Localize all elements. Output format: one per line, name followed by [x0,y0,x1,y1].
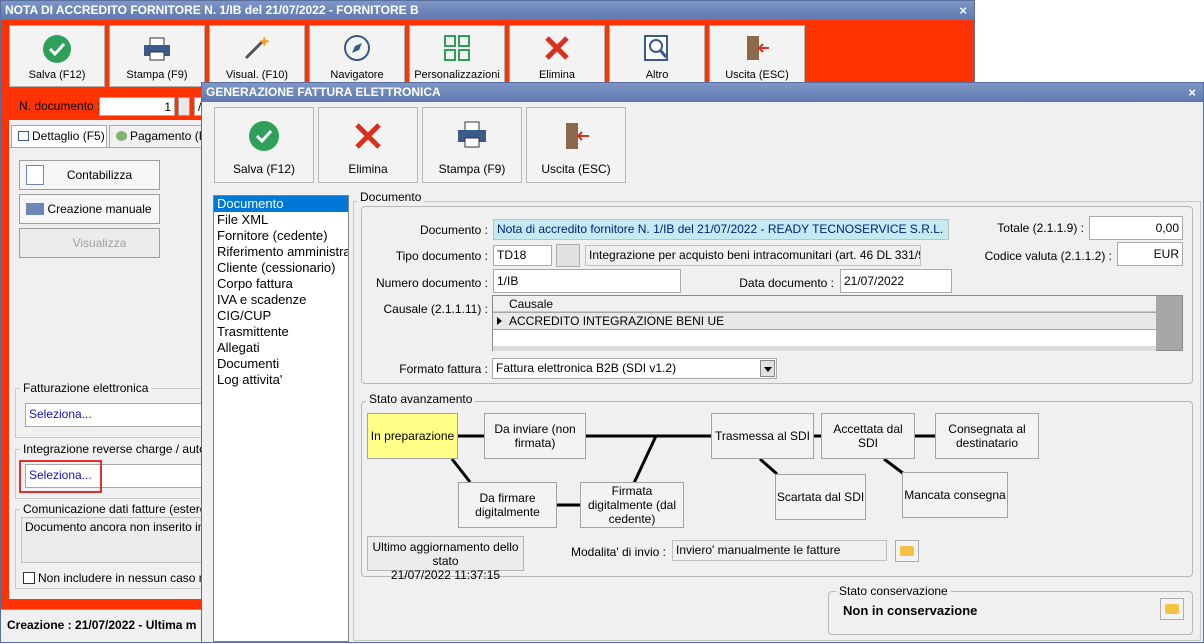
manual-creation-button[interactable]: Creazione manuale [19,194,160,224]
bottom-red-border [1,599,204,609]
other-button[interactable]: Altro [609,25,705,87]
conservazione-group-label: Stato conservazione [836,584,951,598]
main-window-titlebar: NOTA DI ACCREDITO FORNITORE N. 1/IB del … [1,1,974,20]
state-in-preparazione: In preparazione [367,413,458,459]
left-red-border [1,120,9,600]
check-icon [43,35,71,63]
comunicazione-group-label: Comunicazione dati fatture (esterome [20,502,227,516]
doc-number-label: N. documento : [19,99,101,113]
coins-icon [116,131,127,141]
conservazione-status: Non in conservazione [843,603,978,618]
highlight-box [19,460,102,493]
print-button[interactable]: Stampa (F9) [109,25,205,87]
last-update-label: Ultimo aggiornamento dello stato [372,540,519,568]
conservazione-folder-button[interactable] [1160,598,1184,620]
dialog-window: GENERAZIONE FATTURA ELETTRONICA × Salva (… [201,82,1204,643]
compass-icon [344,35,370,61]
modalita-invio-field: Inviero' manualmente le fatture [672,540,887,561]
tab-strip: Dettaglio (F5) Pagamento (F [11,125,211,147]
tab-dettaglio-label: Dettaglio (F5) [32,129,105,143]
delete-label: Elimina [538,69,576,81]
table-icon [18,131,29,141]
modalita-folder-button[interactable] [895,540,919,562]
view-button[interactable]: Visual. (F10) [209,25,305,87]
state-mancata-consegna: Mancata consegna [902,472,1008,518]
last-update-date: 21/07/2022 11:37:15 [390,568,501,582]
exit-label: Uscita (ESC) [725,69,789,81]
fatturazione-select[interactable]: Seleziona... [25,403,207,427]
main-toolbar: Salva (F12) Stampa (F9) Visual. (F10) Na… [1,20,974,90]
printer-icon [144,37,170,61]
magic-wand-icon [244,36,270,60]
state-consegnata: Consegnata al destinatario [935,413,1039,459]
reverse-charge-group-label: Integrazione reverse charge / autofa [20,442,219,456]
state-scartata: Scartata dal SDI [775,474,866,520]
state-da-inviare: Da inviare (non firmata) [484,413,586,459]
last-update-box: Ultimo aggiornamento dello stato 21/07/20… [367,536,524,582]
delete-x-icon [545,36,569,60]
tab-dettaglio[interactable]: Dettaglio (F5) [11,125,107,147]
contabilizza-button[interactable]: Contabilizza [19,160,160,190]
grid-icon [444,35,470,61]
main-window-title: NOTA DI ACCREDITO FORNITORE N. 1/IB del … [5,3,419,17]
folder-icon [1165,604,1179,614]
navigator-label: Navigatore [330,69,384,81]
customize-button[interactable]: Personalizzazioni [409,25,505,87]
folder-icon [900,546,914,556]
other-label: Altro [645,69,669,81]
view-label: Visual. (F10) [225,69,289,81]
save-label: Salva (F12) [28,69,86,81]
customize-label: Personalizzazioni [414,69,500,81]
navigator-button[interactable]: Navigatore [309,25,405,87]
print-label: Stampa (F9) [126,69,188,81]
state-da-firmare: Da firmare digitalmente [458,482,557,528]
visualizza-button[interactable]: Visualizza [19,228,160,258]
state-trasmessa: Trasmessa al SDI [711,413,814,459]
visualizza-label: Visualizza [72,236,127,250]
save-button[interactable]: Salva (F12) [9,25,105,87]
create-icon [26,203,44,215]
manual-creation-label: Creazione manuale [47,202,152,216]
document-gear-icon [26,165,44,185]
fatturazione-group-label: Fatturazione elettronica [20,381,152,395]
modalita-invio-label: Modalita' di invio : [570,545,666,559]
close-icon[interactable]: × [959,1,967,20]
exit-door-icon [747,36,769,60]
doc-number-input[interactable]: 1 [99,97,175,116]
delete-button[interactable]: Elimina [509,25,605,87]
state-firmata: Firmata digitalmente (dal cedente) [580,482,684,528]
exit-button[interactable]: Uscita (ESC) [709,25,805,87]
comunicazione-text: Documento ancora non inserito in nes [21,517,207,563]
magnifier-icon [644,35,668,61]
tab-pagamento[interactable]: Pagamento (F [109,125,207,147]
exclude-checkbox-label: Non includere in nessun caso nella [38,571,225,585]
doc-number-spinner[interactable] [178,97,190,116]
exclude-checkbox[interactable] [23,572,35,584]
status-bar: Creazione : 21/07/2022 - Ultima m [1,609,211,642]
contabilizza-label: Contabilizza [66,168,133,182]
state-accettata: Accettata dal SDI [821,413,915,459]
tab-pagamento-label: Pagamento (F [130,129,207,143]
